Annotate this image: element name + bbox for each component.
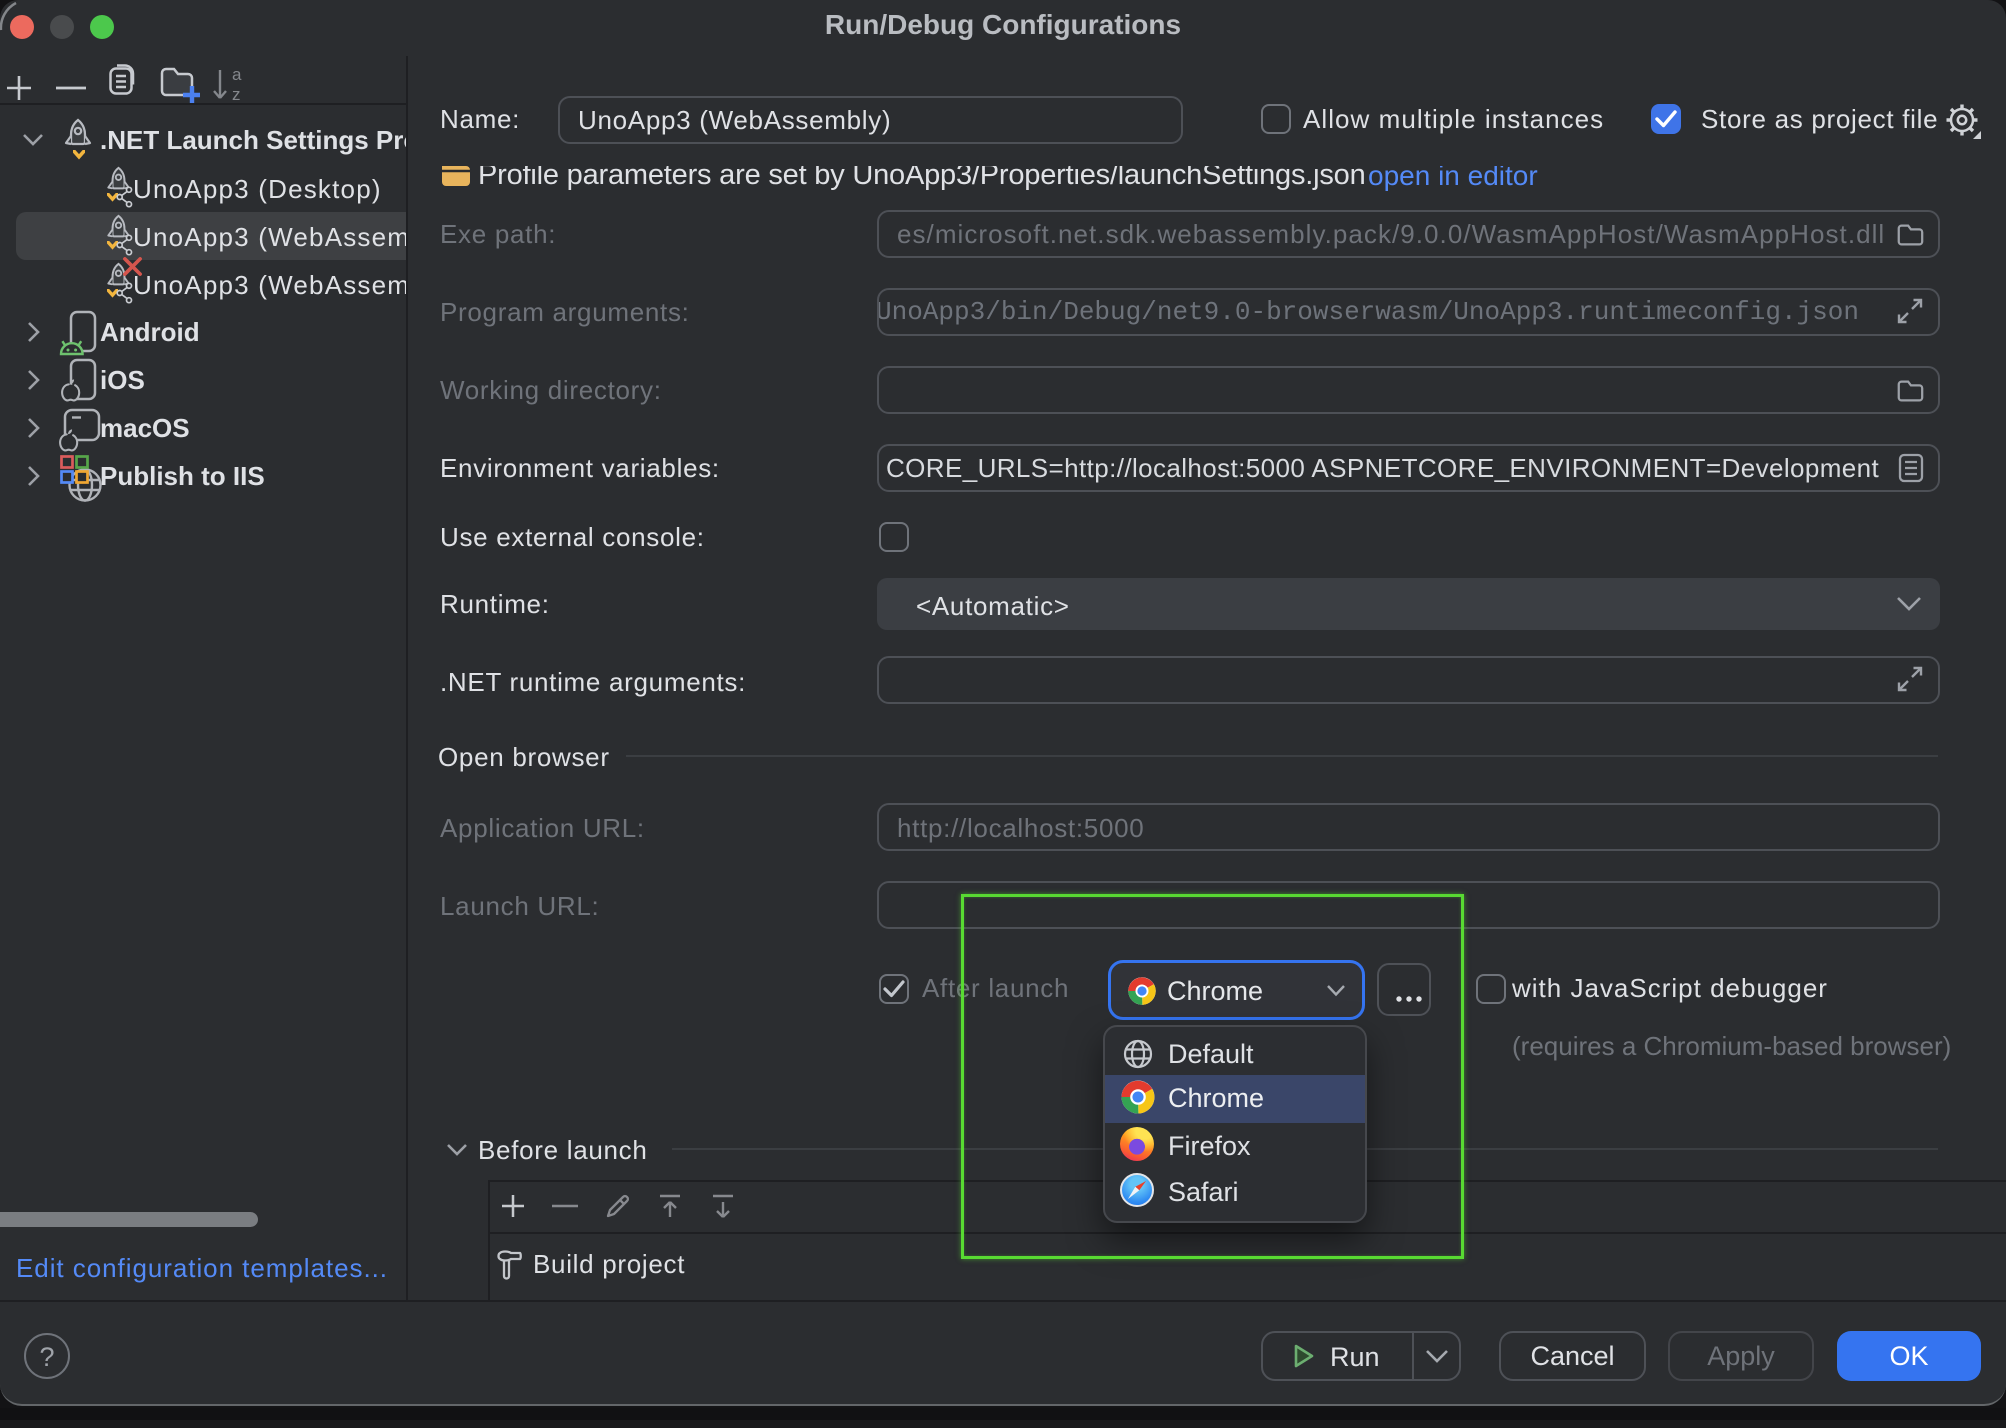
svg-text:z: z bbox=[232, 85, 241, 104]
svg-text:a: a bbox=[232, 66, 242, 84]
